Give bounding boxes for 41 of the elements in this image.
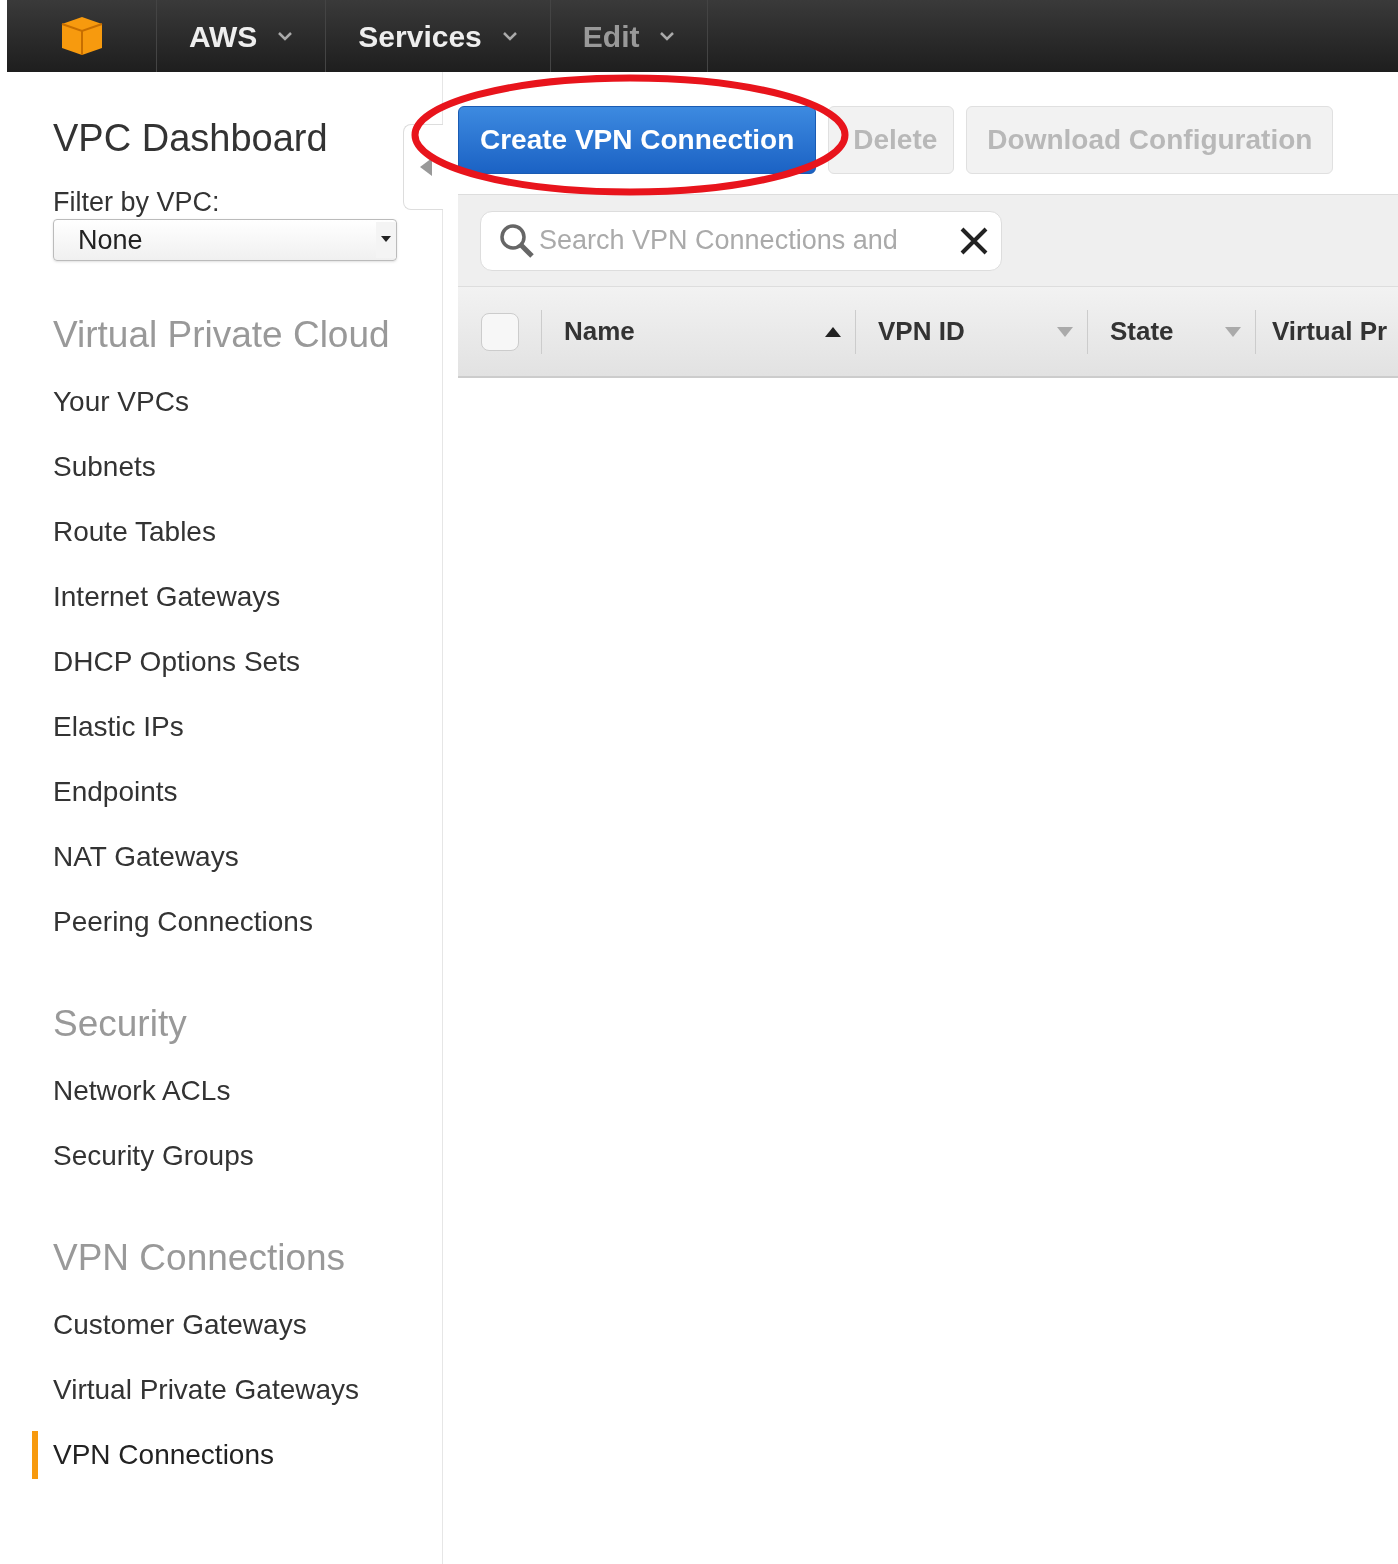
chevron-down-icon (277, 31, 294, 41)
sidebar-item[interactable]: Customer Gateways (53, 1303, 307, 1346)
sidebar-item[interactable]: Virtual Private Gateways (53, 1368, 360, 1411)
sidebar-item[interactable]: VPN Connections (53, 1433, 274, 1476)
column-label: Name (564, 315, 635, 348)
sidebar-item[interactable]: Endpoints (53, 770, 178, 813)
column-label: State (1110, 315, 1174, 348)
search-icon (499, 222, 535, 259)
column-header[interactable]: VPN ID (856, 309, 1088, 354)
sidebar-item[interactable]: Peering Connections (53, 900, 313, 943)
section-heading: VPN Connections (53, 1236, 347, 1280)
clear-icon[interactable] (959, 225, 989, 256)
sidebar-item[interactable]: Security Groups (53, 1134, 254, 1177)
toolbar-button[interactable]: Create VPN Connection (458, 106, 817, 174)
sidebar-item[interactable]: DHCP Options Sets (53, 640, 300, 683)
sidebar-item[interactable]: Subnets (53, 445, 156, 488)
nav-menu[interactable]: Services (326, 0, 551, 72)
sidebar-item[interactable]: Route Tables (53, 510, 216, 553)
sidebar-item[interactable]: NAT Gateways (53, 835, 239, 878)
section-heading: Virtual Private Cloud (53, 313, 391, 357)
column-label: VPN ID (878, 315, 965, 348)
search-field[interactable]: Search VPN Connections and (539, 220, 955, 261)
chevron-down-icon (659, 31, 676, 41)
section-heading: Security (53, 1002, 188, 1046)
column-header[interactable]: Name (542, 309, 856, 354)
sidebar-item[interactable]: Internet Gateways (53, 575, 281, 618)
column-header[interactable]: State (1088, 309, 1256, 354)
collapse-arrow-icon (420, 158, 432, 176)
sidebar-item[interactable]: Elastic IPs (53, 705, 184, 748)
chevron-down-icon (501, 31, 518, 41)
sidebar-item[interactable]: Your VPCs (53, 380, 189, 423)
column-label: Virtual Pr (1272, 315, 1388, 348)
search-box[interactable]: Search VPN Connections and (480, 210, 1002, 271)
nav-menu[interactable]: AWS (157, 0, 327, 72)
sidebar-item[interactable]: Network ACLs (53, 1069, 231, 1112)
filter-label: Filter by VPC: (53, 186, 221, 218)
vpc-select[interactable]: None (53, 219, 397, 261)
cube-logo-icon (59, 15, 104, 57)
select-all-checkbox[interactable] (480, 312, 519, 351)
sidebar-title: VPC Dashboard (53, 116, 329, 160)
column-header[interactable]: Virtual Pr (1256, 309, 1398, 354)
